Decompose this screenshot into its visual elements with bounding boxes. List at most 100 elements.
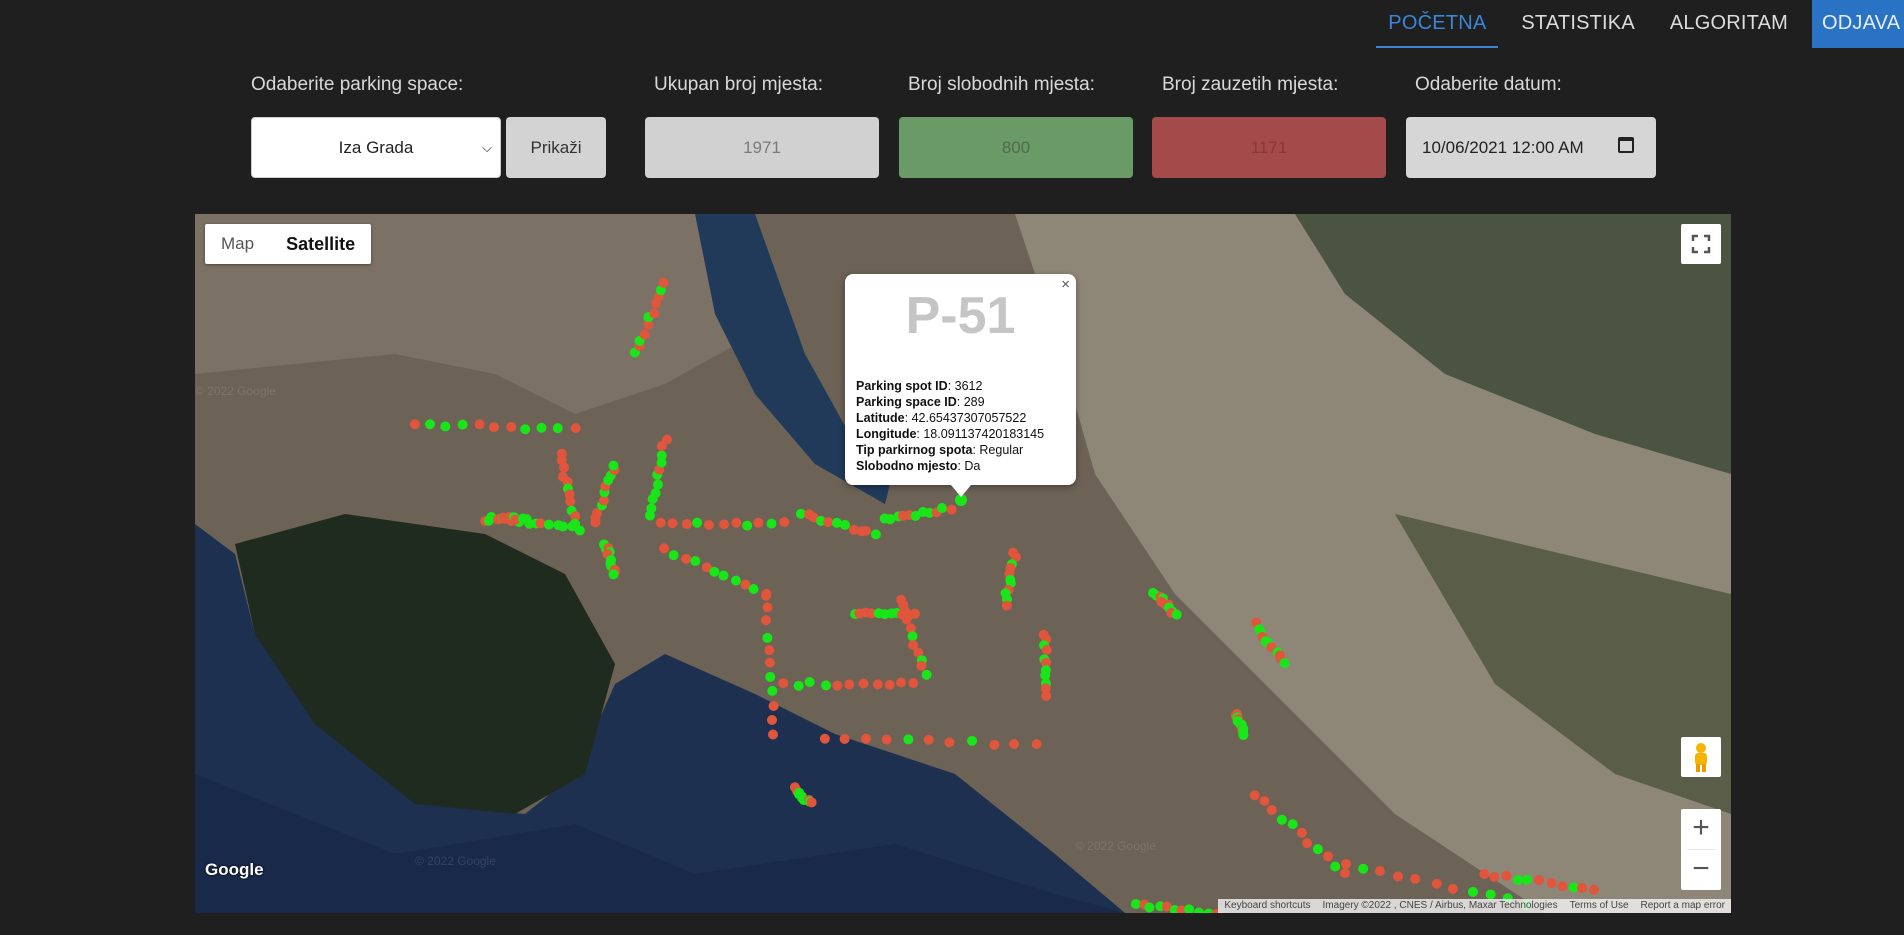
parking-spot-marker[interactable] — [1489, 871, 1500, 882]
report-error-link[interactable]: Report a map error — [1635, 899, 1731, 913]
parking-spot-marker[interactable] — [692, 517, 703, 528]
parking-spot-marker[interactable] — [907, 631, 918, 642]
parking-spot-marker[interactable] — [944, 737, 955, 748]
parking-spot-marker[interactable] — [806, 797, 817, 808]
parking-spot-marker[interactable] — [1393, 871, 1404, 882]
parking-spot-marker[interactable] — [440, 421, 451, 432]
parking-spot-marker[interactable] — [558, 521, 569, 532]
parking-spot-marker[interactable] — [1479, 869, 1490, 880]
parking-spot-marker[interactable] — [764, 645, 775, 656]
parking-spot-marker[interactable] — [661, 434, 672, 445]
parking-spot-marker[interactable] — [1341, 858, 1352, 869]
fullscreen-button[interactable] — [1681, 224, 1721, 264]
parking-spot-marker[interactable] — [656, 450, 667, 461]
parking-spot-marker[interactable] — [658, 277, 669, 288]
parking-spot-marker[interactable] — [760, 615, 771, 626]
parking-spot-marker[interactable] — [1557, 881, 1568, 892]
parking-spot-marker[interactable] — [1577, 882, 1588, 893]
close-icon[interactable]: × — [1061, 276, 1070, 293]
parking-spot-marker[interactable] — [424, 419, 435, 430]
parking-spot-marker[interactable] — [946, 504, 957, 515]
parking-spot-marker[interactable] — [1522, 874, 1533, 885]
parking-spot-marker[interactable] — [409, 419, 420, 430]
parking-spot-marker[interactable] — [844, 679, 855, 690]
parking-spot-marker[interactable] — [731, 517, 742, 528]
parking-spot-marker[interactable] — [1323, 851, 1334, 862]
parking-spot-marker[interactable] — [895, 677, 906, 688]
parking-spot-marker[interactable] — [820, 680, 831, 691]
parking-spot-marker[interactable] — [1041, 690, 1052, 701]
zoom-out-button[interactable]: − — [1681, 850, 1721, 890]
parking-spot-marker[interactable] — [881, 734, 892, 745]
parking-spot-marker[interactable] — [650, 488, 661, 499]
parking-spot-marker[interactable] — [1431, 878, 1442, 889]
parking-spot-marker[interactable] — [916, 660, 927, 671]
parking-spot-marker[interactable] — [923, 734, 934, 745]
parking-spot-marker[interactable] — [488, 422, 499, 433]
parking-spot-marker[interactable] — [574, 525, 585, 536]
parking-spot-marker[interactable] — [1302, 838, 1313, 849]
parking-spot-marker[interactable] — [649, 308, 660, 319]
parking-spot-marker[interactable] — [1568, 882, 1579, 893]
parking-spot-marker[interactable] — [1266, 804, 1277, 815]
logout-button[interactable]: ODJAVA — [1812, 0, 1904, 48]
parking-spot-marker[interactable] — [1001, 600, 1012, 611]
parking-spot-marker[interactable] — [639, 329, 650, 340]
parking-spot-marker[interactable] — [767, 714, 778, 725]
keyboard-shortcuts-link[interactable]: Keyboard shortcuts — [1218, 899, 1316, 913]
parking-spot-marker[interactable] — [1374, 865, 1385, 876]
parking-spot-marker[interactable] — [819, 733, 830, 744]
parking-spot-marker[interactable] — [536, 422, 547, 433]
parking-spot-marker[interactable] — [1501, 870, 1512, 881]
parking-spot-marker[interactable] — [1279, 658, 1290, 669]
parking-spot-marker[interactable] — [521, 514, 532, 525]
parking-spot-marker[interactable] — [908, 678, 919, 689]
zoom-in-button[interactable]: + — [1681, 809, 1721, 849]
parking-spot-marker[interactable] — [860, 525, 871, 536]
parking-spot-marker[interactable] — [839, 519, 850, 530]
parking-spot-marker[interactable] — [903, 734, 914, 745]
parking-spot-marker[interactable] — [748, 584, 759, 595]
parking-spot-marker[interactable] — [1184, 904, 1195, 913]
parking-spot-marker[interactable] — [667, 518, 678, 529]
parking-spot-marker[interactable] — [1171, 609, 1182, 620]
nav-algoritam[interactable]: ALGORITAM — [1658, 0, 1800, 48]
parking-spot-marker[interactable] — [1296, 827, 1307, 838]
parking-spot-marker[interactable] — [668, 550, 679, 561]
parking-spot-marker[interactable] — [570, 423, 581, 434]
parking-spot-marker[interactable] — [1276, 814, 1287, 825]
parking-spot-marker[interactable] — [768, 729, 779, 740]
map-type-satellite-button[interactable]: Satellite — [270, 224, 371, 264]
parking-spot-marker[interactable] — [762, 602, 773, 613]
parking-spot-marker[interactable] — [884, 679, 895, 690]
parking-spot-marker[interactable] — [730, 575, 741, 586]
parking-spot-marker[interactable] — [779, 517, 790, 528]
parking-spot-marker[interactable] — [909, 608, 920, 619]
parking-spot-marker[interactable] — [1358, 863, 1369, 874]
parking-spot-marker[interactable] — [766, 518, 777, 529]
parking-spot-marker[interactable] — [1144, 902, 1155, 913]
parking-spot-marker[interactable] — [870, 529, 881, 540]
terms-link[interactable]: Terms of Use — [1564, 899, 1635, 913]
street-view-pegman-button[interactable] — [1681, 737, 1721, 777]
calendar-icon[interactable] — [1618, 137, 1634, 153]
parking-spot-marker[interactable] — [1330, 861, 1341, 872]
parking-spot-marker[interactable] — [520, 424, 531, 435]
parking-spot-marker[interactable] — [718, 570, 729, 581]
parking-spot-marker[interactable] — [655, 517, 666, 528]
date-input[interactable]: 10/06/2021 12:00 AM — [1406, 117, 1656, 178]
parking-spot-marker[interactable] — [1312, 844, 1323, 855]
parking-spot-marker[interactable] — [793, 680, 804, 691]
parking-spot-marker[interactable] — [709, 566, 720, 577]
parking-spot-marker[interactable] — [608, 460, 619, 471]
parking-spot-marker[interactable] — [652, 479, 663, 490]
parking-spot-marker[interactable] — [506, 421, 517, 432]
parking-spot-marker[interactable] — [761, 588, 772, 599]
parking-spot-marker[interactable] — [762, 632, 773, 643]
parking-space-select[interactable]: Iza Grada ⌵ — [251, 117, 501, 178]
parking-spot-marker[interactable] — [565, 496, 576, 507]
parking-spot-marker[interactable] — [767, 685, 778, 696]
parking-spot-marker[interactable] — [1339, 868, 1350, 879]
parking-spot-marker[interactable] — [719, 519, 730, 530]
parking-spot-marker[interactable] — [804, 677, 815, 688]
